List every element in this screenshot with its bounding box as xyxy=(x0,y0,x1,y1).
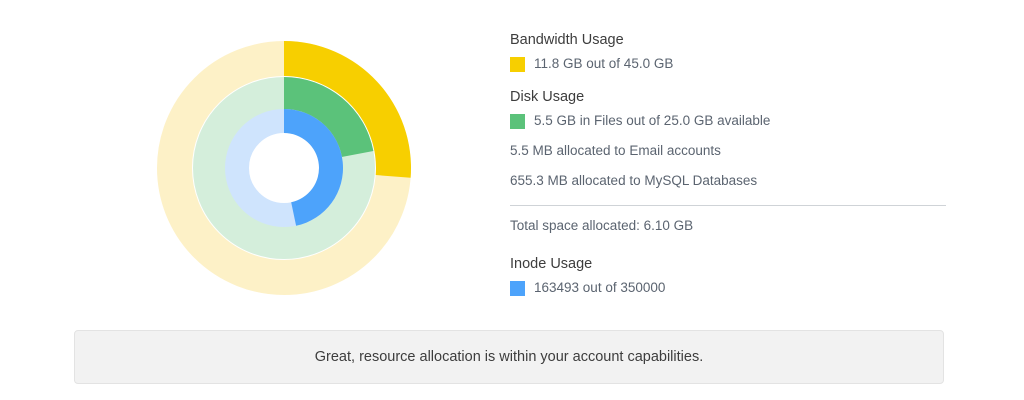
bandwidth-usage-row: 11.8 GB out of 45.0 GB xyxy=(510,55,946,73)
usage-donut-chart xyxy=(157,41,411,295)
total-space-text: Total space allocated: 6.10 GB xyxy=(510,218,694,233)
inode-usage-row: 163493 out of 350000 xyxy=(510,279,946,297)
allocation-status-text: Great, resource allocation is within you… xyxy=(314,349,704,365)
email-allocation-text: 5.5 MB allocated to Email accounts xyxy=(510,143,721,158)
bandwidth-legend-swatch xyxy=(510,56,525,72)
inode-legend-swatch xyxy=(510,280,525,296)
disk-usage-title: Disk Usage xyxy=(510,89,585,105)
section-divider xyxy=(510,205,946,206)
allocation-status-notice: Great, resource allocation is within you… xyxy=(74,330,944,384)
disk-legend-swatch xyxy=(510,113,525,129)
mysql-allocation-text: 655.3 MB allocated to MySQL Databases xyxy=(510,173,758,188)
inode-usage-title: Inode Usage xyxy=(510,256,593,272)
disk-usage-row: 5.5 GB in Files out of 25.0 GB available xyxy=(510,112,946,130)
inode-usage-section: Inode Usage 163493 out of 350000 xyxy=(510,254,946,297)
inode-usage-value: 163493 out of 350000 xyxy=(534,280,666,295)
disk-usage-value: 5.5 GB in Files out of 25.0 GB available xyxy=(534,113,771,128)
bandwidth-usage-value: 11.8 GB out of 45.0 GB xyxy=(534,56,674,71)
bandwidth-usage-title: Bandwidth Usage xyxy=(510,32,624,48)
resource-usage-panel: Bandwidth Usage 11.8 GB out of 45.0 GB D… xyxy=(0,0,1024,400)
usage-details: Bandwidth Usage 11.8 GB out of 45.0 GB D… xyxy=(510,30,946,190)
